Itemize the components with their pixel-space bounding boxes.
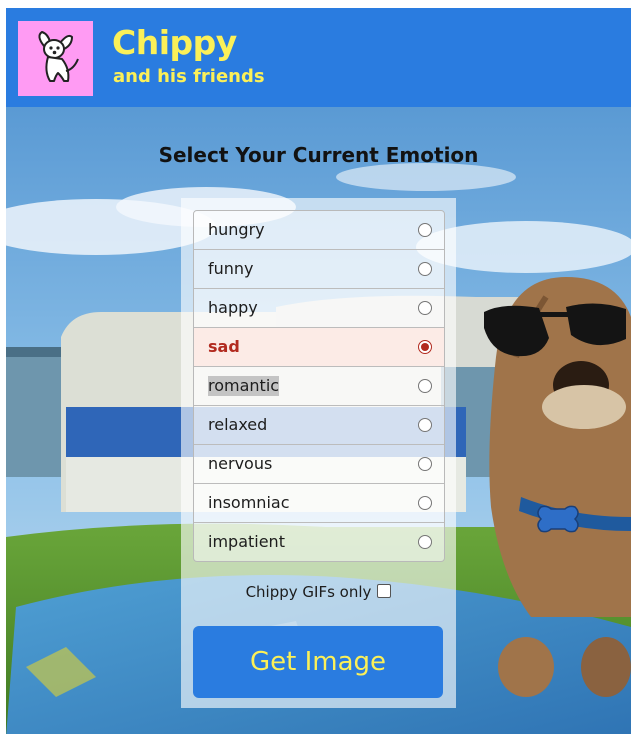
app-subtitle: and his friends xyxy=(113,66,265,87)
radio-button-selected[interactable] xyxy=(418,340,432,354)
option-label: happy xyxy=(208,298,258,317)
option-label: impatient xyxy=(208,532,285,551)
emotion-panel: hungry funny happy sad romantic relaxed … xyxy=(181,198,456,708)
header: Chippy and his friends xyxy=(6,8,631,107)
option-label: relaxed xyxy=(208,415,268,434)
radio-button[interactable] xyxy=(418,262,432,276)
radio-button[interactable] xyxy=(418,223,432,237)
option-happy[interactable]: happy xyxy=(194,289,444,328)
emotion-heading: Select Your Current Emotion xyxy=(158,143,479,167)
radio-button[interactable] xyxy=(418,418,432,432)
app-frame: Chippy and his friends Select Your Curre… xyxy=(6,8,631,734)
background-photo: Select Your Current Emotion hungry funny… xyxy=(6,107,631,734)
option-romantic[interactable]: romantic xyxy=(194,367,444,406)
radio-button[interactable] xyxy=(418,496,432,510)
radio-button[interactable] xyxy=(418,535,432,549)
option-impatient[interactable]: impatient xyxy=(194,523,444,561)
option-hungry[interactable]: hungry xyxy=(194,211,444,250)
app-title: Chippy xyxy=(112,23,237,62)
option-nervous[interactable]: nervous xyxy=(194,445,444,484)
option-funny[interactable]: funny xyxy=(194,250,444,289)
gif-only-row: Chippy GIFs only xyxy=(181,583,456,601)
radio-button[interactable] xyxy=(418,457,432,471)
option-sad[interactable]: sad xyxy=(194,328,444,367)
option-label: funny xyxy=(208,259,254,278)
option-label: nervous xyxy=(208,454,273,473)
gif-only-label: Chippy GIFs only xyxy=(245,583,372,601)
gif-only-checkbox[interactable] xyxy=(377,584,392,598)
option-label: sad xyxy=(208,337,240,356)
chippy-logo-icon xyxy=(18,21,93,96)
option-relaxed[interactable]: relaxed xyxy=(194,406,444,445)
option-label: hungry xyxy=(208,220,265,239)
option-insomniac[interactable]: insomniac xyxy=(194,484,444,523)
get-image-button[interactable]: Get Image xyxy=(193,626,443,698)
radio-button[interactable] xyxy=(418,379,432,393)
option-label: romantic xyxy=(208,376,280,396)
emotion-options: hungry funny happy sad romantic relaxed … xyxy=(193,210,445,562)
radio-button[interactable] xyxy=(418,301,432,315)
option-label: insomniac xyxy=(208,493,290,512)
